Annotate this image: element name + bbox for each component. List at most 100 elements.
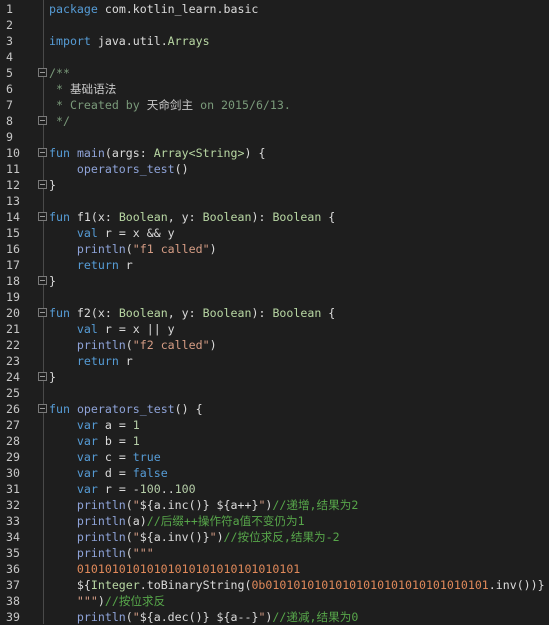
- code-line[interactable]: 32 println("${a.inc()} ${a++}")//递增,结果为2: [0, 497, 549, 513]
- code-token: .inv())}: [488, 578, 545, 592]
- code-line[interactable]: 29 var c = true: [0, 449, 549, 465]
- code-token: , y:: [167, 306, 203, 320]
- line-number: 16: [6, 242, 20, 256]
- code-token: false: [132, 466, 168, 480]
- code-token: var: [76, 450, 98, 464]
- code-line[interactable]: 30 var d = false: [0, 465, 549, 481]
- code-line[interactable]: 20 fun f2(x: Boolean, y: Boolean): Boolea…: [0, 305, 549, 321]
- code-line[interactable]: 23 return r: [0, 353, 549, 369]
- code-line[interactable]: 3 import java.util.Arrays: [0, 33, 549, 49]
- code-token: val: [76, 226, 98, 240]
- code-token: Integer: [90, 578, 140, 592]
- code-text: println("${a.inv()}")//按位求反,结果为-2: [49, 529, 340, 545]
- code-line[interactable]: 1 package com.kotlin_learn.basic: [0, 1, 549, 17]
- code-line[interactable]: 10 fun main(args: Array<String>) {: [0, 145, 549, 161]
- line-number: 14: [6, 210, 20, 224]
- line-number: 31: [6, 482, 20, 496]
- code-line[interactable]: 26 fun operators_test() {: [0, 401, 549, 417]
- code-token: , y:: [167, 210, 203, 224]
- code-token: 100: [174, 482, 196, 496]
- code-line[interactable]: 31 var r = -100..100: [0, 481, 549, 497]
- line-number: 37: [6, 578, 20, 592]
- code-token: operators_test: [76, 402, 175, 416]
- code-token: Boolean: [118, 210, 168, 224]
- code-line[interactable]: 6 * 基础语法: [0, 81, 549, 97]
- code-line[interactable]: 35 println(""": [0, 545, 549, 561]
- code-text: }: [49, 369, 56, 385]
- code-token: println: [76, 530, 126, 544]
- code-line[interactable]: 11 operators_test(): [0, 161, 549, 177]
- code-line[interactable]: 7 * Created by 天命剑主 on 2015/6/13.: [0, 97, 549, 113]
- code-line[interactable]: 13: [0, 193, 549, 209]
- code-text: var b = 1: [49, 433, 140, 449]
- code-line[interactable]: 9: [0, 129, 549, 145]
- code-line[interactable]: 24}: [0, 369, 549, 385]
- code-line[interactable]: 36 01010101010101010101010101010101: [0, 561, 549, 577]
- code-line[interactable]: 21 val r = x || y: [0, 321, 549, 337]
- line-number: 26: [6, 402, 20, 416]
- fold-collapse-icon[interactable]: [38, 308, 47, 317]
- code-text: var a = 1: [49, 417, 140, 433]
- code-token: //递增,结果为2: [272, 498, 359, 512]
- code-line[interactable]: 8 */: [0, 113, 549, 129]
- code-text: println(a)//后缀++操作符a值不变仍为1: [49, 513, 305, 529]
- code-line[interactable]: 28 var b = 1: [0, 433, 549, 449]
- code-token: {: [321, 306, 336, 320]
- code-line[interactable]: 15 val r = x && y: [0, 225, 549, 241]
- code-line[interactable]: 19: [0, 289, 549, 305]
- code-token: import: [49, 34, 91, 48]
- code-token: 基础语法: [69, 82, 117, 96]
- code-token: println: [76, 242, 126, 256]
- code-text: }: [49, 177, 56, 193]
- code-line[interactable]: 5 /**: [0, 65, 549, 81]
- code-text: 01010101010101010101010101010101: [49, 561, 300, 577]
- code-token: b =: [97, 434, 133, 448]
- code-token: ): [97, 594, 105, 608]
- code-line[interactable]: 4: [0, 49, 549, 65]
- code-line[interactable]: 17 return r: [0, 257, 549, 273]
- fold-collapse-icon[interactable]: [38, 404, 47, 413]
- code-text: println("${a.dec()} ${a--}")//递减,结果为0: [49, 609, 358, 625]
- code-line[interactable]: 33 println(a)//后缀++操作符a值不变仍为1: [0, 513, 549, 529]
- code-text: */: [49, 113, 70, 129]
- code-line[interactable]: 39 println("${a.dec()} ${a--}")//递减,结果为0: [0, 609, 549, 625]
- code-line[interactable]: 12}: [0, 177, 549, 193]
- line-number: 17: [6, 258, 20, 272]
- code-line[interactable]: 27 var a = 1: [0, 417, 549, 433]
- code-editor[interactable]: 1 package com.kotlin_learn.basic 2 3 import …: [0, 0, 549, 624]
- code-token: package: [49, 2, 98, 16]
- code-line[interactable]: 37 ${Integer.toBinaryString(0b0101010101…: [0, 577, 549, 593]
- code-token: //递减,结果为0: [272, 610, 359, 624]
- code-line[interactable]: 22 println("f2 called"): [0, 337, 549, 353]
- code-line[interactable]: 14 fun f1(x: Boolean, y: Boolean): Boolea…: [0, 209, 549, 225]
- fold-collapse-icon[interactable]: [38, 68, 47, 77]
- code-token: (a): [125, 514, 147, 528]
- code-text: println("f1 called"): [49, 241, 217, 257]
- code-token: true: [132, 450, 161, 464]
- code-token: {: [321, 210, 336, 224]
- line-number: 3: [6, 34, 13, 48]
- code-token: on 2015/6/13.: [193, 98, 291, 112]
- code-token: Boolean: [118, 306, 168, 320]
- code-line[interactable]: 34 println("${a.inv()}")//按位求反,结果为-2: [0, 529, 549, 545]
- line-number: 11: [6, 162, 20, 176]
- code-line[interactable]: 2: [0, 17, 549, 33]
- fold-collapse-icon[interactable]: [38, 212, 47, 221]
- code-token: d =: [97, 466, 133, 480]
- line-number: 2: [6, 18, 13, 32]
- code-token: r = x && y: [97, 226, 175, 240]
- fold-collapse-icon[interactable]: [38, 148, 47, 157]
- code-token: var: [76, 482, 98, 496]
- code-line[interactable]: 25: [0, 385, 549, 401]
- code-text: }: [49, 273, 56, 289]
- code-line[interactable]: 38 """)//按位求反: [0, 593, 549, 609]
- code-text: var c = true: [49, 449, 161, 465]
- code-line[interactable]: 18}: [0, 273, 549, 289]
- code-line[interactable]: 16 println("f1 called"): [0, 241, 549, 257]
